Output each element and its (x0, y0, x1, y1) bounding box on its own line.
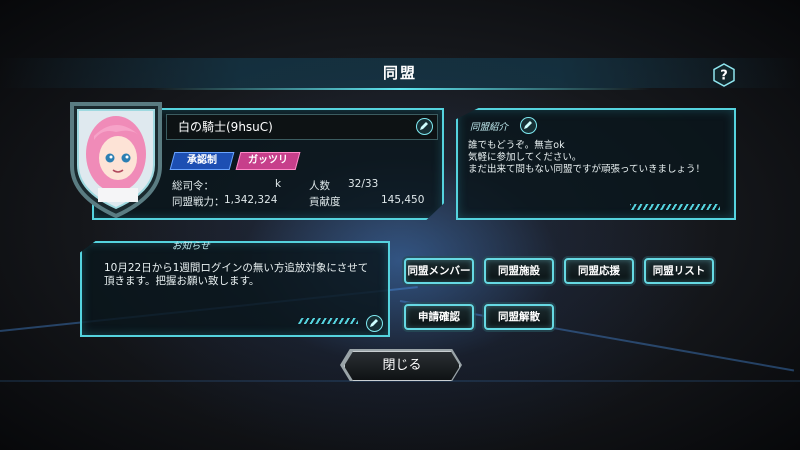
close-button[interactable]: 閉じる (344, 351, 460, 381)
intro-text: 誰でもどうぞ。無言ok 気軽に参加してください。 まだ出来て間もない同盟ですが頑… (468, 140, 706, 175)
edit-intro-button[interactable] (520, 117, 537, 134)
alliance-list-button[interactable]: 同盟リスト (644, 258, 714, 284)
pencil-icon (370, 319, 378, 327)
edit-name-button[interactable] (416, 118, 433, 135)
leader-value: k (275, 178, 282, 190)
notice-heading: お知らせ (172, 241, 210, 252)
members-button[interactable]: 同盟メンバー (404, 258, 474, 284)
contribution-value: 145,450 (381, 194, 425, 206)
header-underline (150, 88, 650, 90)
contribution-label: 貢献度 (309, 196, 341, 208)
facilities-button[interactable]: 同盟施設 (484, 258, 554, 284)
question-icon[interactable]: ? (712, 63, 736, 87)
notice-decoration (298, 318, 358, 324)
intro-heading: 同盟紹介 (470, 122, 509, 133)
play-style-badge: ガッツリ (235, 152, 301, 170)
support-button[interactable]: 同盟応援 (564, 258, 634, 284)
intro-decoration (630, 204, 720, 210)
power-label: 同盟戦力： (172, 196, 225, 208)
power-value: 1,342,324 (224, 194, 278, 206)
page-title: 同盟 (382, 64, 417, 82)
members-label: 人数 (309, 180, 330, 192)
leader-avatar (70, 102, 162, 219)
pencil-icon (524, 121, 532, 129)
edit-notice-button[interactable] (366, 315, 383, 332)
svg-text:?: ? (720, 69, 728, 84)
join-mode-badge: 承認制 (169, 152, 235, 170)
members-value: 32/33 (348, 178, 379, 190)
join-mode-label: 承認制 (187, 155, 217, 166)
leader-label: 総司令： (172, 180, 214, 192)
notice-text: 10月22日から1週間ログインの無い方追放対象にさせて頂きます。把握お願い致しま… (104, 262, 369, 287)
pencil-icon (420, 122, 428, 130)
play-style-label: ガッツリ (248, 155, 288, 166)
applications-button[interactable]: 申請確認 (404, 304, 474, 330)
disband-button[interactable]: 同盟解散 (484, 304, 554, 330)
alliance-name: 白の騎士(9hsuC) (178, 120, 273, 134)
